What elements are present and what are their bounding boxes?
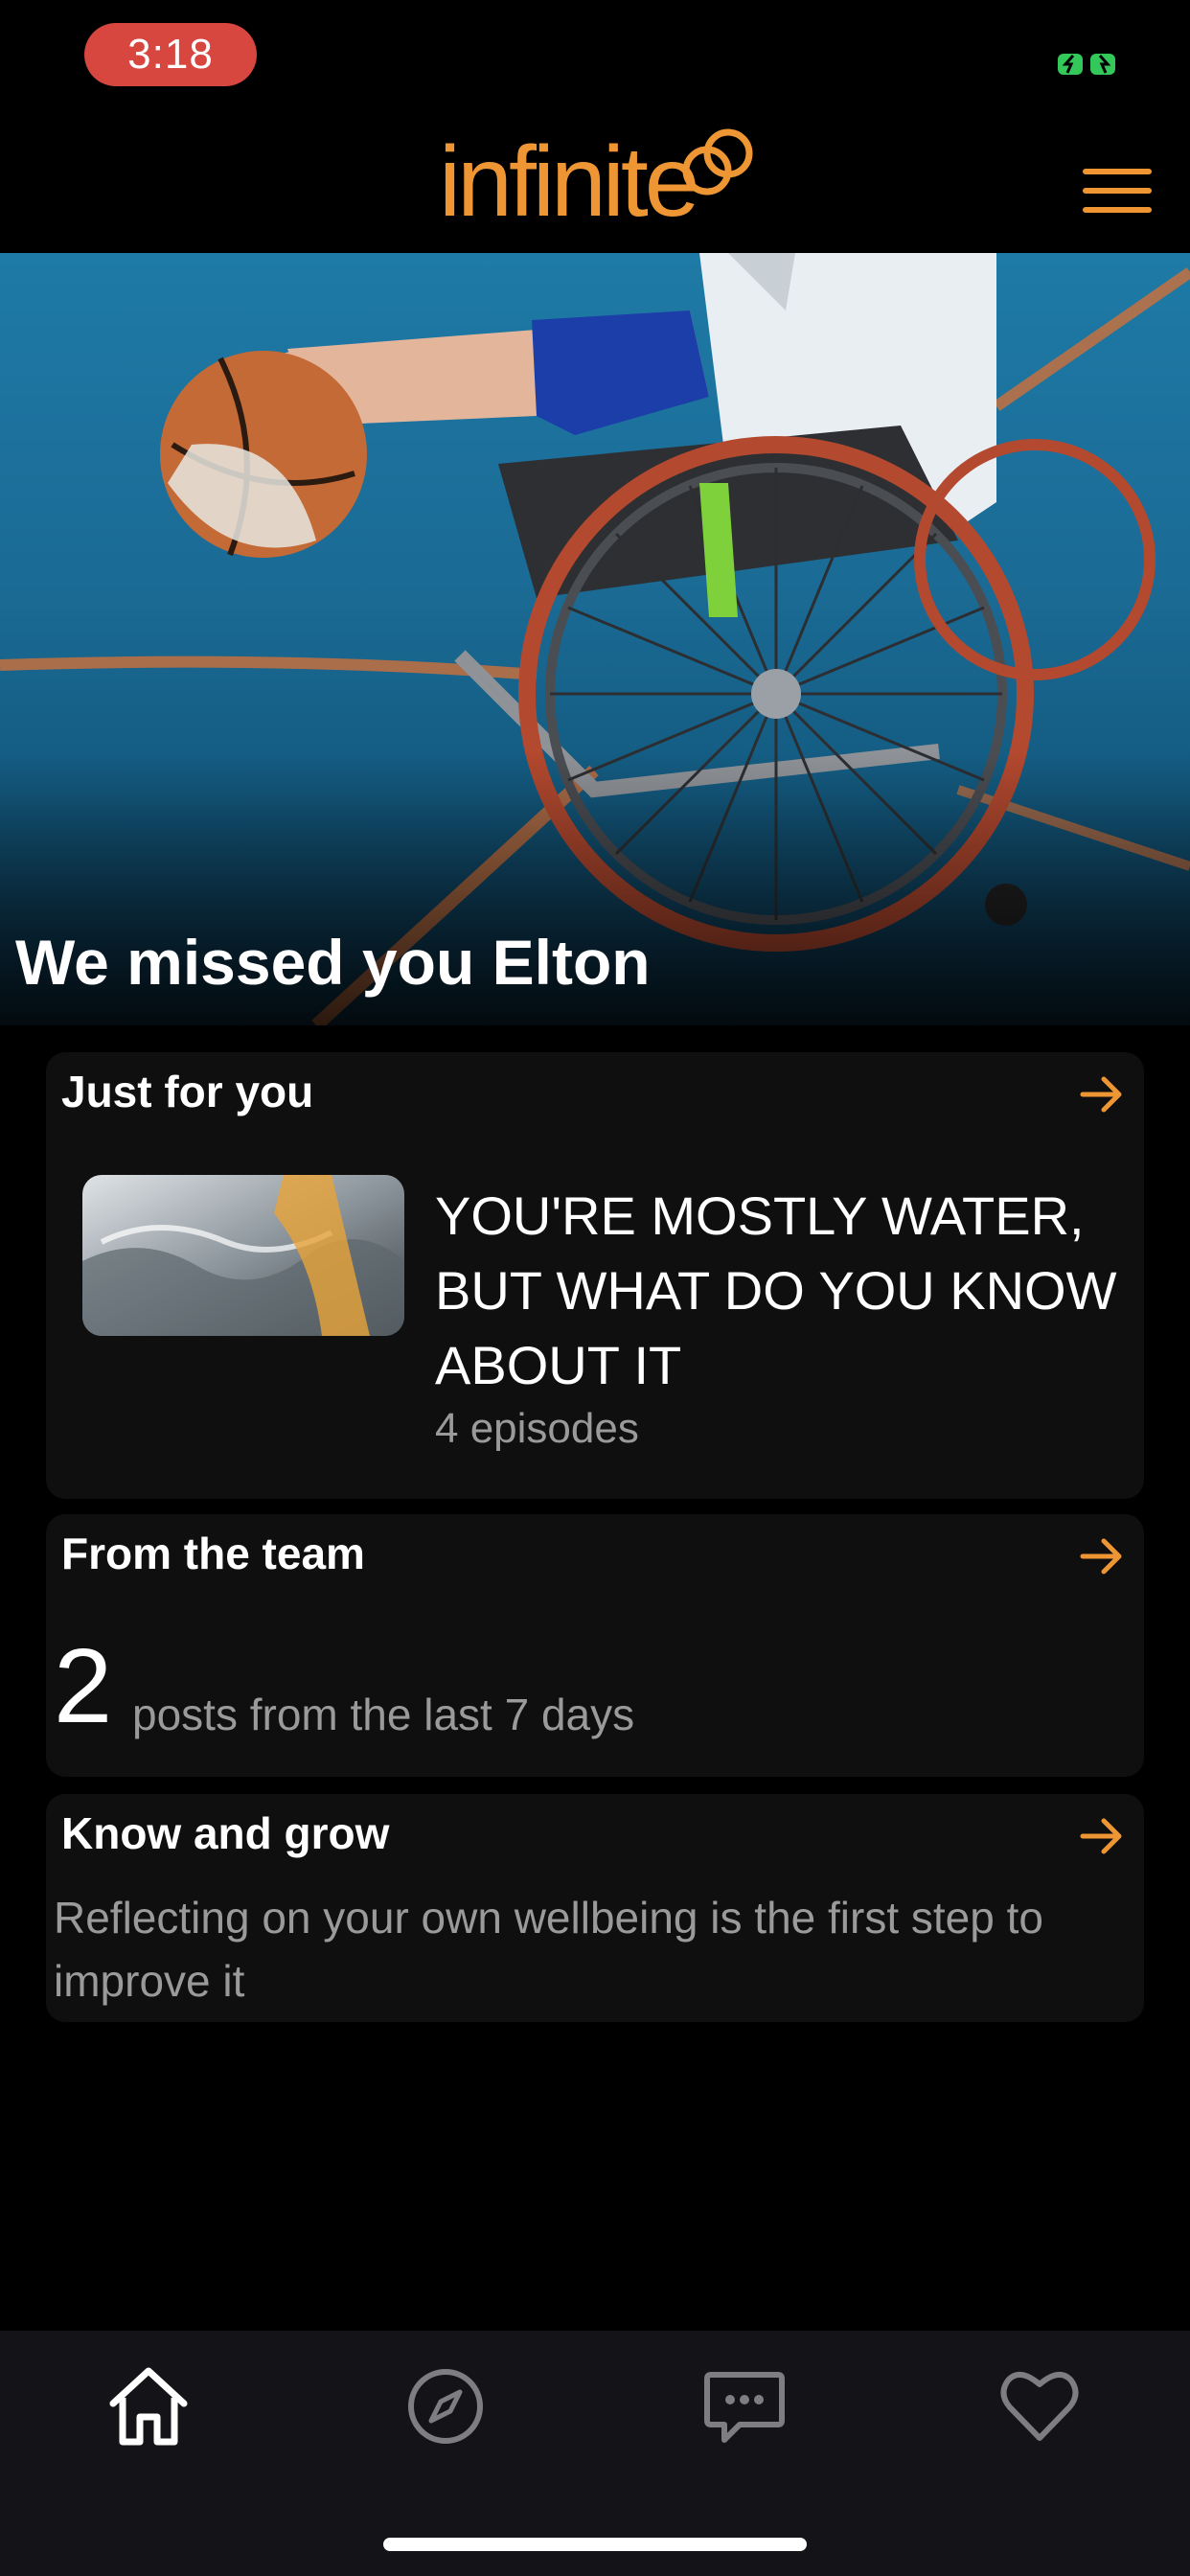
app-logo: infinite <box>439 125 755 240</box>
know-and-grow-description: Reflecting on your own wellbeing is the … <box>54 1893 1043 2006</box>
just-for-you-title: Just for you <box>61 1067 314 1116</box>
series-title[interactable]: YOU'RE MOSTLY WATER, BUT WHAT DO YOU KNO… <box>435 1179 1125 1403</box>
arrow-right-icon[interactable] <box>1079 1537 1125 1576</box>
arrow-right-icon[interactable] <box>1079 1075 1125 1114</box>
episode-count: 4 episodes <box>435 1405 639 1452</box>
chat-icon[interactable] <box>701 2363 788 2450</box>
hamburger-menu-icon[interactable] <box>1083 169 1152 213</box>
logo-rings-icon <box>682 128 753 196</box>
home-icon[interactable] <box>105 2363 192 2450</box>
home-indicator[interactable] <box>383 2538 807 2551</box>
hero-greeting: We missed you Elton <box>15 927 651 998</box>
from-the-team-title: From the team <box>61 1529 365 1578</box>
series-thumbnail[interactable] <box>82 1175 404 1336</box>
arrow-right-icon[interactable] <box>1079 1817 1125 1855</box>
post-count-label: posts from the last 7 days <box>132 1690 635 1739</box>
water-splash-image <box>82 1175 404 1336</box>
logo-text: infinite <box>439 126 700 238</box>
heart-icon[interactable] <box>996 2363 1083 2450</box>
post-count: 2 <box>54 1627 113 1745</box>
compass-icon[interactable] <box>402 2363 489 2450</box>
hero-image <box>0 253 1190 1025</box>
status-time: 3:18 <box>84 23 257 86</box>
know-and-grow-title: Know and grow <box>61 1808 390 1858</box>
battery-icon <box>1058 54 1115 75</box>
